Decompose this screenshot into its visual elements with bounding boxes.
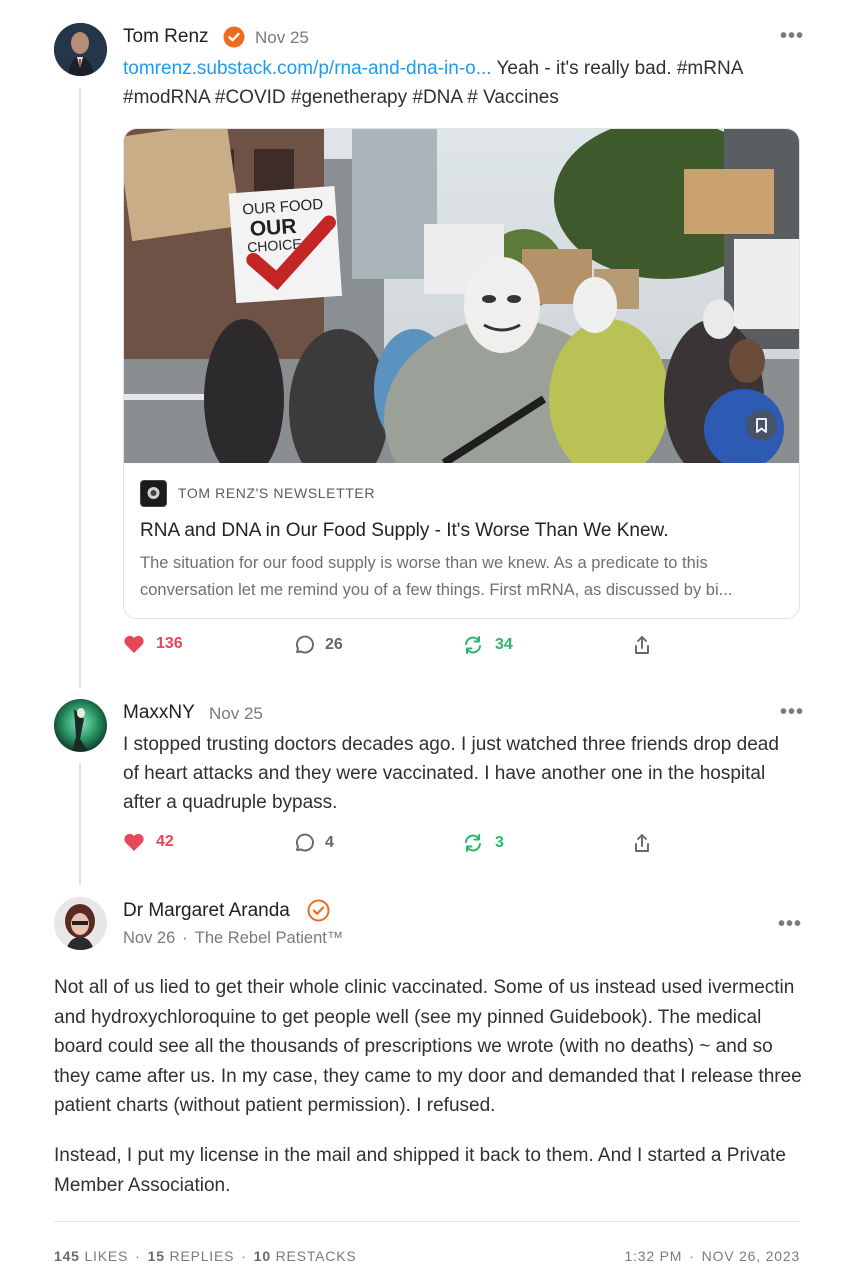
restack-button[interactable]: 3 <box>462 832 504 854</box>
comment-count: 26 <box>325 636 343 653</box>
post-text-rest: Yeah - it's really bad. #mRNA <box>491 58 744 79</box>
post-body: I stopped trusting doctors decades ago. … <box>123 734 779 813</box>
post-time: 1:32 PM <box>624 1248 683 1264</box>
verified-badge-icon <box>223 26 245 48</box>
replies-stat[interactable]: 15 REPLIES <box>148 1248 235 1264</box>
avatar-tom-renz[interactable] <box>54 23 107 76</box>
post-body: tomrenz.substack.com/p/rna-and-dna-in-o.… <box>123 54 803 112</box>
heart-icon <box>124 635 144 653</box>
post-body-paragraph-2: Instead, I put my license in the mail an… <box>54 1145 786 1196</box>
author-name[interactable]: Dr Margaret Aranda <box>123 900 290 922</box>
more-options-icon[interactable]: ••• <box>780 26 804 46</box>
publication-logo <box>140 480 167 507</box>
divider <box>54 1221 800 1222</box>
post-hashtags[interactable]: #modRNA #COVID #genetherapy #DNA # Vacci… <box>123 87 559 108</box>
avatar-margaret-aranda[interactable] <box>54 897 107 950</box>
more-options-icon[interactable]: ••• <box>778 914 802 934</box>
share-button[interactable] <box>631 832 653 854</box>
restack-button[interactable]: 34 <box>462 634 513 656</box>
like-count: 136 <box>156 635 183 652</box>
separator-dot: · <box>182 929 188 947</box>
restack-icon <box>465 636 481 654</box>
post-meta: Nov 26 · The Rebel Patient™ <box>123 929 343 948</box>
bookmark-icon <box>756 418 767 433</box>
author-name[interactable]: Tom Renz <box>123 26 209 48</box>
thread-line <box>79 88 81 688</box>
likes-stat[interactable]: 145 LIKES <box>54 1248 128 1264</box>
avatar-portrait <box>54 897 107 950</box>
post-link[interactable]: tomrenz.substack.com/p/rna-and-dna-in-o.… <box>123 58 492 79</box>
avatar-maxxny[interactable] <box>54 699 107 752</box>
separator-dot: · <box>241 1248 247 1264</box>
share-icon <box>635 834 649 852</box>
link-preview-card[interactable]: OUR FOOD OUR CHOICE TOM RENZ'S NEWSLETTE… <box>123 128 800 619</box>
verified-badge-icon <box>307 899 330 922</box>
heart-icon <box>124 833 144 851</box>
article-photo: OUR FOOD OUR CHOICE <box>124 129 799 463</box>
share-icon <box>635 636 649 654</box>
like-count: 42 <box>156 833 174 850</box>
publication-name[interactable]: TOM RENZ'S NEWSLETTER <box>178 485 375 501</box>
separator-dot: · <box>135 1248 141 1264</box>
bookmark-button[interactable] <box>746 410 777 441</box>
comment-button[interactable]: 4 <box>292 832 334 854</box>
post-date[interactable]: Nov 25 <box>255 28 309 48</box>
restack-count: 3 <box>495 834 504 851</box>
restacks-stat[interactable]: 10 RESTACKS <box>254 1248 357 1264</box>
post-date[interactable]: Nov 26 <box>123 929 175 947</box>
post-timestamp: 1:32 PM · NOV 26, 2023 <box>624 1248 800 1264</box>
comment-button[interactable]: 26 <box>292 634 343 656</box>
post-date[interactable]: Nov 25 <box>209 704 263 724</box>
like-button[interactable]: 42 <box>123 832 174 852</box>
post-body-paragraph-1: Not all of us lied to get their whole cl… <box>54 977 802 1116</box>
share-button[interactable] <box>631 634 653 656</box>
comment-count: 4 <box>325 834 334 851</box>
author-name[interactable]: MaxxNY <box>123 702 195 724</box>
post-full-date: NOV 26, 2023 <box>701 1248 800 1264</box>
comment-icon <box>296 833 314 852</box>
article-description: The situation for our food supply is wor… <box>140 554 733 599</box>
separator-dot: · <box>689 1248 695 1264</box>
avatar-image <box>54 699 107 752</box>
avatar-portrait <box>54 23 107 76</box>
post-stats: 145 LIKES · 15 REPLIES · 10 RESTACKS <box>54 1248 356 1264</box>
like-button[interactable]: 136 <box>123 634 183 654</box>
article-title[interactable]: RNA and DNA in Our Food Supply - It's Wo… <box>140 520 668 542</box>
more-options-icon[interactable]: ••• <box>780 702 804 722</box>
publication-link[interactable]: The Rebel Patient™ <box>195 929 344 947</box>
card-footer: TOM RENZ'S NEWSLETTER RNA and DNA in Our… <box>124 463 799 618</box>
restack-icon <box>465 834 481 852</box>
restack-count: 34 <box>495 636 513 653</box>
comment-icon <box>296 635 314 654</box>
thread-line <box>79 763 81 885</box>
